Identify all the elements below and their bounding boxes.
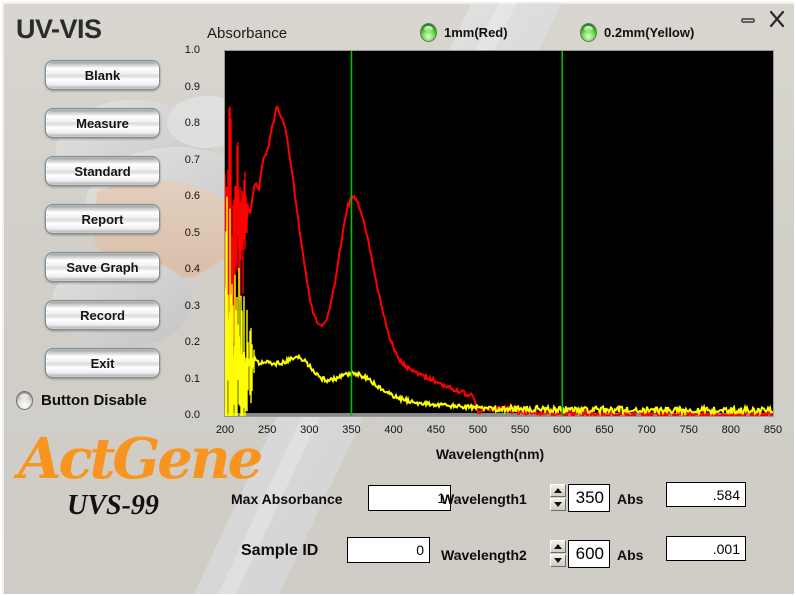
standard-button[interactable]: Standard (45, 156, 160, 186)
chevron-up-icon (554, 488, 562, 493)
x-axis-tick: 450 (426, 424, 445, 436)
x-axis-tick: 550 (510, 424, 530, 436)
legend-item-02mm: 0.2mm(Yellow) (580, 23, 694, 42)
x-axis-tick: 850 (763, 424, 783, 436)
spectrum-plot-svg (225, 51, 773, 416)
x-axis-label: Wavelength(nm) (435, 446, 545, 462)
x-axis-tick: 600 (553, 424, 572, 436)
wavelength1-abs-label: Abs (617, 491, 644, 507)
chevron-up-icon (554, 544, 562, 549)
record-button[interactable]: Record (45, 300, 160, 330)
x-axis-tick: 300 (300, 424, 319, 436)
spectrum-trace (225, 104, 773, 416)
status-led-icon (16, 391, 33, 410)
x-axis-tick: 350 (342, 424, 361, 436)
max-absorbance-label: Max Absorbance (231, 491, 343, 507)
save-graph-button[interactable]: Save Graph (45, 252, 160, 282)
wavelength1-decrement-button[interactable] (550, 498, 566, 511)
wavelength2-label: Wavelength2 (441, 547, 527, 563)
green-led-icon-02mm (580, 23, 597, 42)
wavelength2-field[interactable]: 600 (568, 540, 610, 568)
minimize-icon[interactable] (740, 11, 756, 27)
x-axis-tick: 500 (468, 424, 488, 436)
wavelength1-stepper[interactable] (550, 484, 566, 511)
wavelength2-decrement-button[interactable] (550, 554, 566, 567)
y-axis-tick: 0.7 (184, 153, 200, 166)
button-disable-indicator[interactable]: Button Disable (16, 391, 147, 410)
brand-model: UVS-99 (67, 489, 159, 521)
spectrum-chart[interactable]: 0.0 0.1 0.2 0.3 0.4 0.5 0.6 0.7 0.8 0.9 1.0 200 250… (185, 44, 782, 462)
brand-logo: ActGene UVS-99 (18, 426, 263, 522)
legend-label-1mm: 1mm(Red) (444, 25, 508, 40)
blank-button[interactable]: Blank (45, 60, 160, 90)
y-axis-tick: 0.0 (184, 409, 200, 421)
plot-area[interactable] (224, 50, 774, 417)
wavelength2-stepper[interactable] (550, 540, 566, 567)
spectrum-trace (225, 306, 773, 416)
y-axis-tick: 0.2 (184, 336, 200, 348)
chevron-down-icon (554, 502, 562, 507)
close-icon[interactable] (768, 10, 786, 28)
chevron-down-icon (554, 558, 562, 563)
y-axis-tick: 0.8 (184, 117, 200, 129)
wavelength1-field[interactable]: 350 (568, 484, 610, 512)
y-axis-tick: 0.9 (184, 80, 200, 93)
x-axis-tick: 250 (257, 424, 277, 436)
max-absorbance-field[interactable]: 1 (368, 485, 451, 511)
x-axis-tick: 800 (721, 424, 741, 436)
x-axis-tick: 200 (215, 424, 235, 436)
y-axis-tick: 1.0 (184, 44, 200, 56)
report-button[interactable]: Report (45, 204, 160, 234)
wavelength1-abs-value: .584 (666, 482, 746, 507)
x-axis-tick: 650 (595, 424, 614, 436)
window-controls (740, 10, 786, 28)
exit-button[interactable]: Exit (45, 348, 160, 378)
app-title: UV-VIS (16, 14, 102, 44)
uv-vis-application-window: UV-VIS Absorbance 1mm(Red) 0.2mm(Yellow)… (0, 0, 796, 596)
x-axis-tick: 700 (637, 424, 656, 436)
legend-label-02mm: 0.2mm(Yellow) (604, 25, 695, 40)
y-axis-tick: 0.5 (184, 226, 200, 239)
wavelength2-abs-label: Abs (617, 547, 644, 563)
wavelength1-increment-button[interactable] (550, 484, 566, 497)
x-axis-tick: 750 (679, 424, 698, 436)
button-disable-label: Button Disable (41, 392, 147, 409)
y-axis-tick: 0.4 (184, 263, 200, 275)
y-axis-tick: 0.6 (184, 190, 200, 202)
y-axis-tick: 0.1 (184, 372, 200, 385)
legend-item-1mm: 1mm(Red) (420, 23, 508, 42)
wavelength1-label: Wavelength1 (441, 491, 527, 507)
chart-title: Absorbance (207, 25, 288, 42)
y-axis-tick: 0.3 (184, 299, 200, 312)
wavelength2-abs-value: .001 (666, 536, 746, 561)
measure-button[interactable]: Measure (45, 108, 160, 138)
brand-name: ActGene (18, 426, 263, 492)
sample-id-label: Sample ID (241, 542, 319, 559)
green-led-icon-1mm (420, 23, 437, 42)
wavelength2-increment-button[interactable] (550, 540, 566, 553)
sample-id-field[interactable]: 0 (347, 537, 430, 563)
x-axis-tick: 400 (384, 424, 403, 436)
